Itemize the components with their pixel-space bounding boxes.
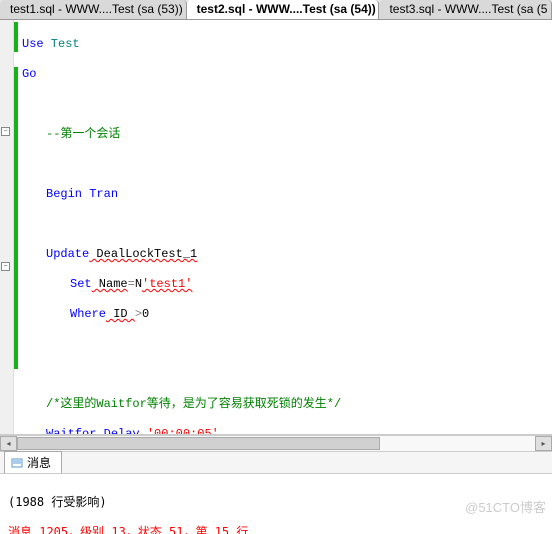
scroll-left-icon[interactable]: ◂: [0, 436, 17, 451]
code-line: Waitfor Delay '00:00:05': [46, 427, 548, 434]
scrollbar-horizontal[interactable]: ◂ ▸: [0, 435, 552, 452]
code-line: [22, 337, 548, 352]
fold-gutter: − −: [0, 20, 14, 434]
code-line: [22, 367, 548, 382]
fold-icon[interactable]: −: [1, 127, 10, 136]
code-line: Where ID >0: [70, 307, 548, 322]
code-line: --第一个会话: [46, 127, 548, 142]
change-seg: [14, 22, 18, 52]
fold-icon[interactable]: −: [1, 262, 10, 271]
code-line: [22, 157, 548, 172]
messages-pane[interactable]: (1988 行受影响) 消息 1205，级别 13，状态 51，第 15 行 事…: [0, 474, 552, 534]
tab-strip: test1.sql - WWW....Test (sa (53)) test2.…: [0, 0, 552, 20]
tab-test2[interactable]: test2.sql - WWW....Test (sa (54)): [187, 0, 380, 19]
code-line: Use Test: [22, 37, 548, 52]
scroll-right-icon[interactable]: ▸: [535, 436, 552, 451]
code-line: Set Name=N'test1': [70, 277, 548, 292]
messages-tabstrip: 消息: [0, 452, 552, 474]
code-line: Go: [22, 67, 548, 82]
message-error-line: 消息 1205，级别 13，状态 51，第 15 行: [8, 525, 544, 534]
code-area[interactable]: Use Test Go --第一个会话 Begin Tran Update De…: [18, 20, 552, 434]
tab-messages[interactable]: 消息: [4, 451, 62, 473]
change-bar: [14, 20, 18, 434]
messages-tab-label: 消息: [27, 454, 51, 471]
scroll-track[interactable]: [17, 436, 535, 451]
change-seg: [14, 67, 18, 369]
code-line: [22, 97, 548, 112]
code-line: /*这里的Waitfor等待，是为了容易获取死锁的发生*/: [46, 397, 548, 412]
code-line: Update DealLockTest_1: [46, 247, 548, 262]
tab-test3[interactable]: test3.sql - WWW....Test (sa (5: [379, 0, 552, 19]
editor: − − Use Test Go --第一个会话 Begin Tran Updat…: [0, 20, 552, 435]
code-line: Begin Tran: [46, 187, 548, 202]
message-line: (1988 行受影响): [8, 495, 544, 510]
code-line: [22, 217, 548, 232]
tab-test1[interactable]: test1.sql - WWW....Test (sa (53)): [0, 0, 187, 19]
scroll-thumb[interactable]: [17, 437, 380, 450]
messages-icon: [11, 457, 23, 469]
